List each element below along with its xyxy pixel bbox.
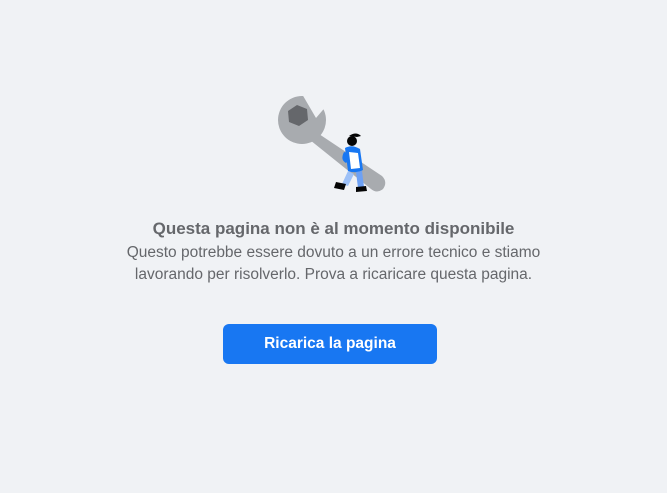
error-page: Questa pagina non è al momento disponibi… — [0, 0, 667, 493]
reload-page-button[interactable]: Ricarica la pagina — [223, 324, 437, 364]
error-message: Questo potrebbe essere dovuto a un error… — [126, 244, 541, 283]
page-title: Questa pagina non è al momento disponibi… — [152, 219, 515, 238]
wrench-worker-icon — [278, 90, 386, 192]
